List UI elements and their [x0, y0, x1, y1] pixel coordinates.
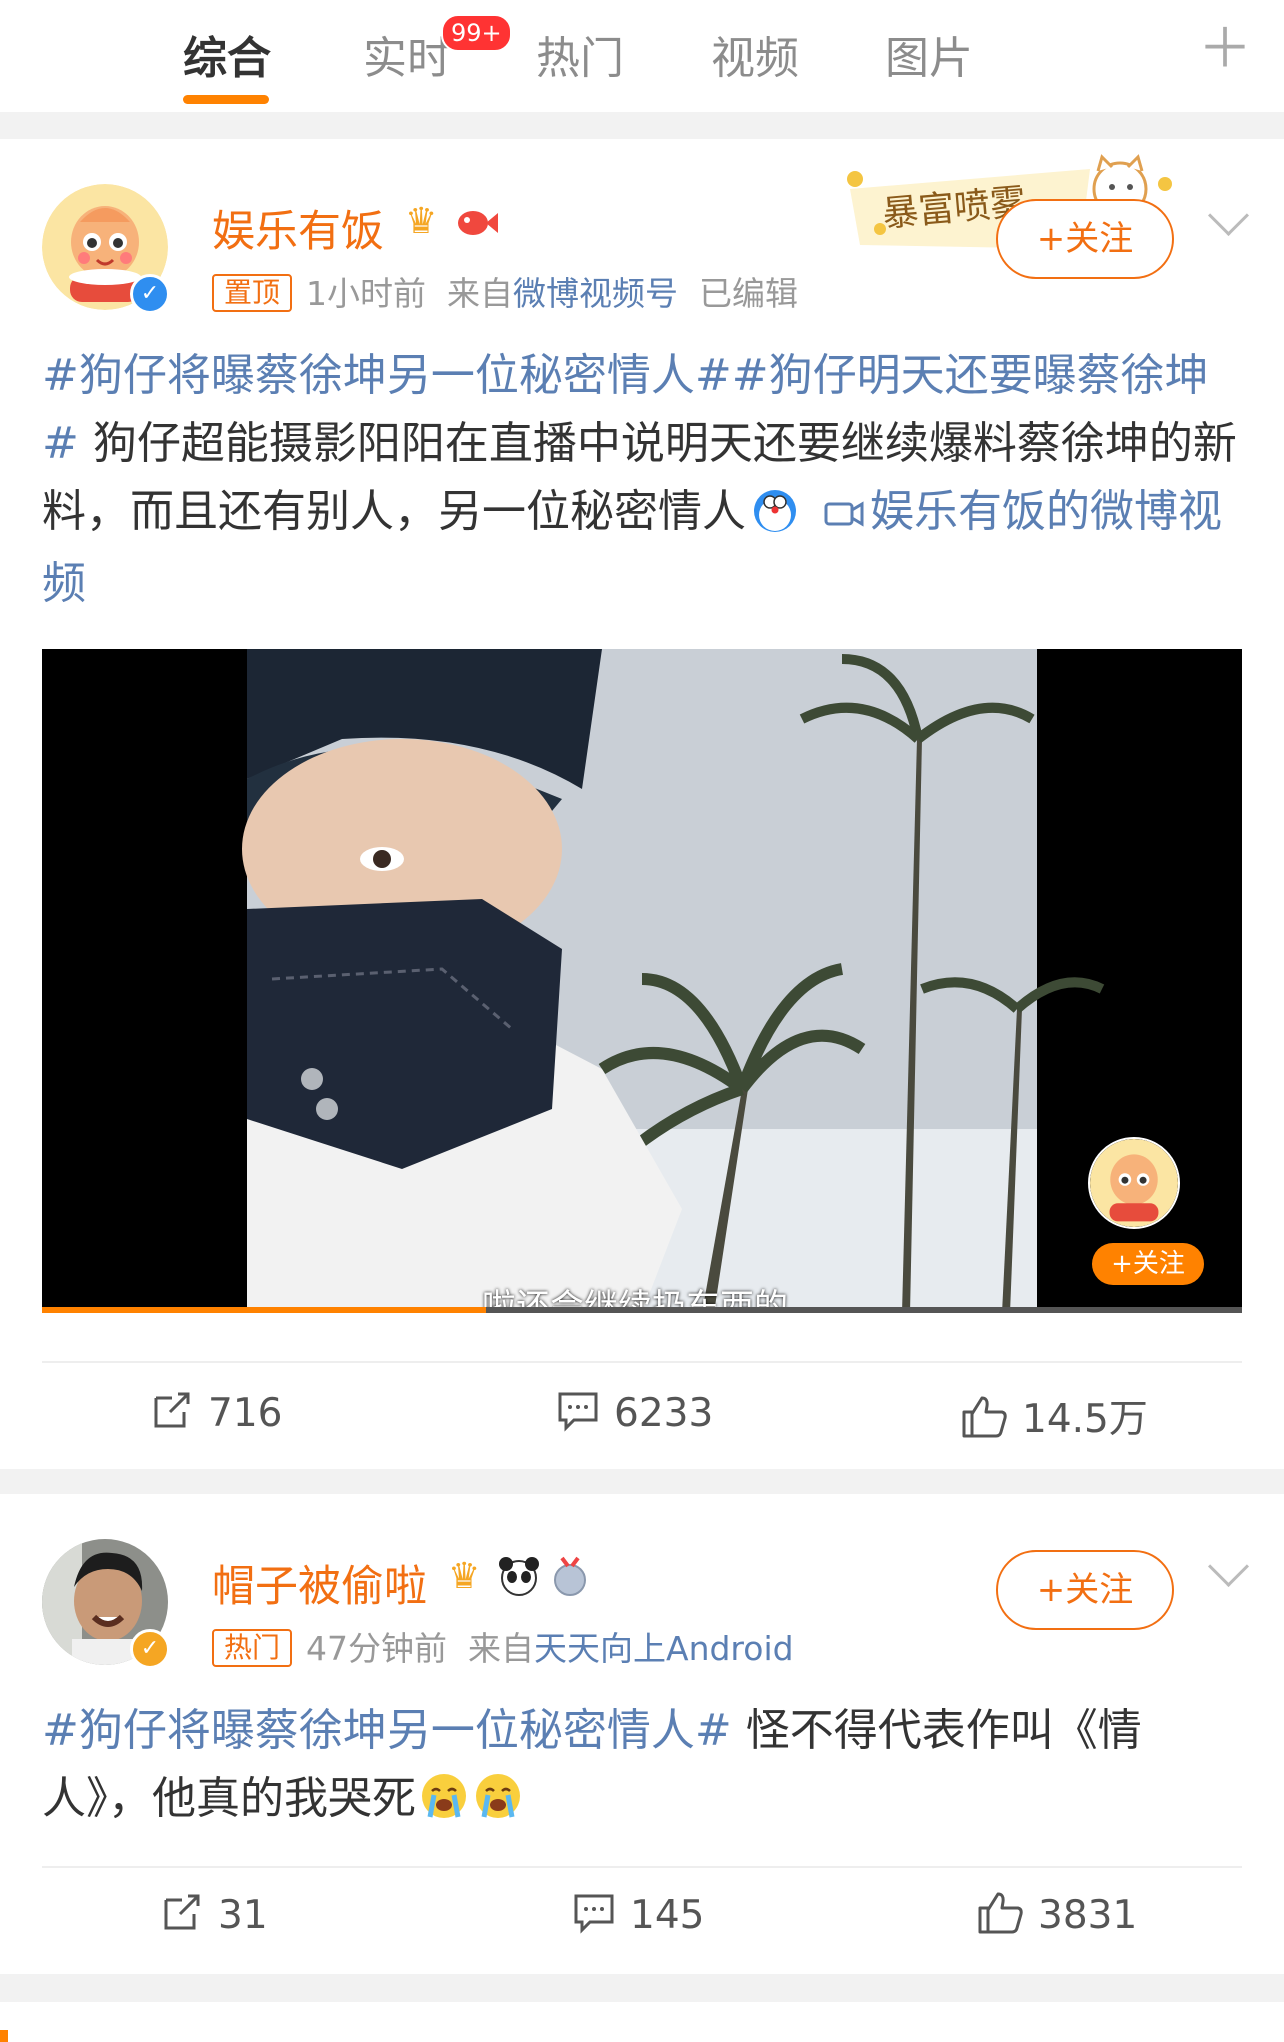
post-text: #狗仔将曝蔡徐坤另一位秘密情人# 怪不得代表作叫《情人》，他真的我哭死	[42, 1697, 1242, 1841]
tab-comprehensive[interactable]: 综合	[183, 22, 271, 86]
chevron-down-icon[interactable]	[1207, 194, 1250, 237]
comment-count: 6233	[614, 1391, 714, 1436]
topic-link[interactable]: #狗仔将曝蔡徐坤另一位秘密情人#	[42, 1705, 732, 1756]
post-text: #狗仔将曝蔡徐坤另一位秘密情人##狗仔明天还要曝蔡徐坤# 狗仔超能摄影阳阳在直播…	[42, 342, 1242, 618]
pinned-tag: 置顶	[212, 274, 293, 312]
comment-count: 145	[630, 1893, 705, 1938]
like-button[interactable]: 14.5万	[960, 1388, 1148, 1444]
fish-badge-icon	[453, 199, 499, 247]
doraemon-emoji-icon	[752, 486, 798, 532]
follow-button[interactable]: +关注	[996, 1550, 1174, 1630]
repost-button[interactable]: 31	[160, 1890, 268, 1938]
post-card: ✓ 帽子被偷啦 ♛ 热门 47分钟前 来自天天向上Android +关注 #狗仔将…	[0, 1494, 1284, 1974]
repost-icon	[164, 1894, 200, 1930]
post-meta: 热门 47分钟前 来自天天向上Android	[212, 1622, 794, 1670]
post-time: 1小时前	[306, 274, 427, 313]
comment-button[interactable]: 145	[572, 1890, 704, 1938]
video-player[interactable]: 啦还会继续扔东西的 +关注	[42, 649, 1242, 1313]
medal-badge-icon	[548, 1554, 592, 1602]
divider	[42, 1866, 1242, 1868]
post-source[interactable]: 微博视频号	[513, 274, 678, 313]
panda-badge-icon	[496, 1554, 542, 1602]
username[interactable]: 帽子被偷啦	[212, 1552, 427, 1614]
like-count: 3831	[1038, 1893, 1138, 1938]
from-prefix: 来自	[468, 1629, 534, 1668]
search-tab-bar: 综合 实时 99+ 热门 视频 图片 ＋	[0, 0, 1284, 112]
edited-label: 已编辑	[698, 274, 798, 313]
video-progress-bar	[42, 1307, 1242, 1313]
tab-hot[interactable]: 热门	[536, 22, 624, 86]
accent-marker	[0, 2030, 8, 2042]
video-thumbnail	[242, 649, 1105, 1313]
crown-badge-icon: ♛	[405, 201, 438, 242]
chevron-down-icon[interactable]	[1207, 1545, 1250, 1588]
crying-emoji-icon	[420, 1771, 524, 1841]
crown-badge-icon: ♛	[448, 1556, 481, 1597]
repost-icon	[154, 1392, 190, 1428]
like-icon	[962, 1396, 1007, 1438]
verified-icon: ✓	[130, 274, 170, 314]
tab-video[interactable]: 视频	[711, 22, 799, 86]
divider	[42, 1361, 1242, 1363]
post-meta: 置顶 1小时前 来自微博视频号 已编辑	[212, 267, 798, 315]
dumpling-avatar-icon	[1090, 1139, 1178, 1227]
like-count: 14.5万	[1022, 1397, 1148, 1442]
repost-count: 716	[208, 1391, 283, 1436]
realtime-badge: 99+	[441, 14, 512, 52]
tab-images[interactable]: 图片	[885, 22, 973, 86]
follow-button[interactable]: +关注	[996, 199, 1174, 279]
next-card-peek	[0, 2002, 1284, 2042]
video-icon	[824, 482, 864, 550]
from-prefix: 来自	[447, 274, 513, 313]
like-icon	[978, 1892, 1023, 1934]
post-card: ✓ 娱乐有饭 ♛ 置顶 1小时前 来自微博视频号 已编辑 暴富喷雾 +关注 #狗仔…	[0, 139, 1284, 1469]
repost-button[interactable]: 716	[150, 1388, 282, 1436]
comment-icon	[558, 1392, 598, 1432]
video-author-avatar[interactable]	[1088, 1137, 1180, 1229]
verified-icon: ✓	[130, 1629, 170, 1669]
video-progress-fill	[42, 1307, 486, 1313]
topic-link[interactable]: #狗仔将曝蔡徐坤另一位秘密情人#	[42, 350, 732, 401]
username[interactable]: 娱乐有饭	[212, 197, 384, 259]
comment-icon	[574, 1894, 614, 1934]
video-follow-button[interactable]: +关注	[1092, 1243, 1204, 1285]
tab-realtime[interactable]: 实时	[363, 22, 451, 86]
post-time: 47分钟前	[306, 1629, 448, 1668]
active-tab-indicator	[183, 95, 269, 104]
repost-count: 31	[218, 1893, 268, 1938]
post-source[interactable]: 天天向上Android	[534, 1629, 794, 1668]
like-button[interactable]: 3831	[976, 1890, 1137, 1938]
comment-button[interactable]: 6233	[556, 1388, 713, 1436]
hot-tag: 热门	[212, 1629, 293, 1667]
add-tab-icon[interactable]: ＋	[1198, 22, 1252, 76]
